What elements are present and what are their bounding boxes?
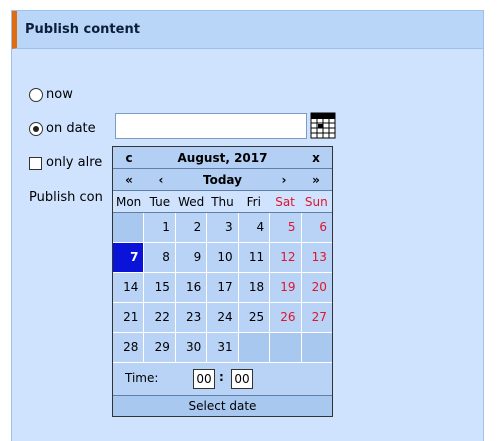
month-title: August, 2017 (177, 150, 268, 165)
day-cell[interactable]: 3 (207, 213, 239, 242)
day-cell[interactable]: 6 (301, 213, 332, 242)
weekday-label: Mon (115, 195, 142, 209)
day-cell[interactable]: 11 (238, 243, 271, 272)
weekday-label: Tue (149, 195, 171, 209)
on-date-label: on date (46, 121, 96, 136)
day-cell[interactable]: 29 (144, 333, 176, 362)
week-row: 7 8 9 10 11 12 13 (113, 243, 332, 273)
week-row: 123456 (113, 213, 332, 243)
date-input[interactable] (115, 113, 307, 139)
day-cell[interactable]: 12 (270, 243, 302, 272)
prev-year-button[interactable]: « (113, 169, 145, 190)
day-cell[interactable]: 13 (301, 243, 332, 272)
only-checkbox[interactable] (29, 157, 42, 170)
calendar-popup: c August, 2017 x « ‹ Today › » Mon Tue W… (112, 146, 333, 417)
now-label: now (46, 87, 73, 102)
weekday-label: Wed (178, 195, 205, 209)
day-cell[interactable]: 21 (113, 303, 145, 332)
empty-day-cell (270, 333, 302, 362)
close-button[interactable]: x (300, 147, 332, 168)
week-row: 21 22 23 24 25 26 27 (113, 303, 332, 333)
week-row: 14 15 16 17 18 19 20 (113, 273, 332, 303)
prev-month-button[interactable]: ‹ (145, 169, 177, 190)
day-cell[interactable]: 20 (301, 273, 332, 302)
day-cell[interactable]: 1 (144, 213, 176, 242)
day-cell[interactable]: 9 (175, 243, 208, 272)
now-radio[interactable] (29, 88, 43, 102)
weekday-label: Sun (304, 195, 328, 209)
panel-title: Publish content (25, 22, 140, 37)
weekday-label: Sat (275, 195, 295, 209)
on-date-radio[interactable] (29, 122, 43, 136)
day-cell[interactable]: 30 (175, 333, 208, 362)
week-row: 28 29 30 31 (113, 333, 332, 363)
today-button[interactable]: Today (177, 169, 268, 190)
hour-field[interactable]: 00 (193, 369, 215, 389)
time-label: Time: (125, 371, 159, 385)
day-cell[interactable]: 18 (238, 273, 271, 302)
empty-day-cell (238, 333, 271, 362)
select-date-footer[interactable]: Select date (113, 396, 332, 416)
day-cell[interactable]: 25 (238, 303, 271, 332)
calendar-grid: 1 2 3 4 5 6 7 8 9 10 11 12 13 14 15 16 17 18 19 20 21 22 23 24 2… (113, 213, 332, 363)
day-cell[interactable]: 31 (207, 333, 239, 362)
calendar-nav: « ‹ Today › » (113, 169, 332, 191)
c-button[interactable]: c (113, 147, 145, 168)
day-cell[interactable]: 4 (238, 213, 271, 242)
day-cell[interactable]: 17 (207, 273, 239, 302)
day-cell[interactable]: 24 (207, 303, 239, 332)
weekday-label: Fri (246, 195, 261, 209)
calendar-icon[interactable] (310, 111, 336, 139)
day-cell[interactable]: 28 (113, 333, 145, 362)
calendar-header: c August, 2017 x (113, 147, 332, 169)
next-year-button[interactable]: » (300, 169, 332, 190)
panel-header: Publish content (12, 11, 483, 49)
time-row: Time: 00 : 00 (113, 363, 332, 396)
weekday-row: Mon Tue Wed Thu Fri Sat Sun (113, 191, 332, 213)
day-cell[interactable]: 2 (175, 213, 208, 242)
day-cell[interactable]: 19 (270, 273, 302, 302)
minute-field[interactable]: 00 (231, 369, 253, 389)
day-cell[interactable]: 27 (301, 303, 332, 332)
publish-label: Publish con (29, 190, 103, 205)
day-cell[interactable]: 23 (175, 303, 208, 332)
day-cell[interactable]: 5 (270, 213, 302, 242)
day-cell[interactable]: 26 (270, 303, 302, 332)
day-cell[interactable]: 16 (175, 273, 208, 302)
time-separator: : (219, 370, 224, 384)
only-label: only alre (46, 155, 103, 170)
day-cell[interactable]: 7 (113, 243, 145, 272)
day-cell[interactable]: 8 (144, 243, 176, 272)
day-cell[interactable]: 14 (113, 273, 145, 302)
day-cell[interactable]: 22 (144, 303, 176, 332)
empty-day-cell (113, 213, 145, 242)
empty-day-cell (301, 333, 332, 362)
day-cell[interactable]: 15 (144, 273, 176, 302)
weekday-label: Thu (211, 195, 234, 209)
day-cell[interactable]: 10 (207, 243, 239, 272)
next-month-button[interactable]: › (268, 169, 300, 190)
